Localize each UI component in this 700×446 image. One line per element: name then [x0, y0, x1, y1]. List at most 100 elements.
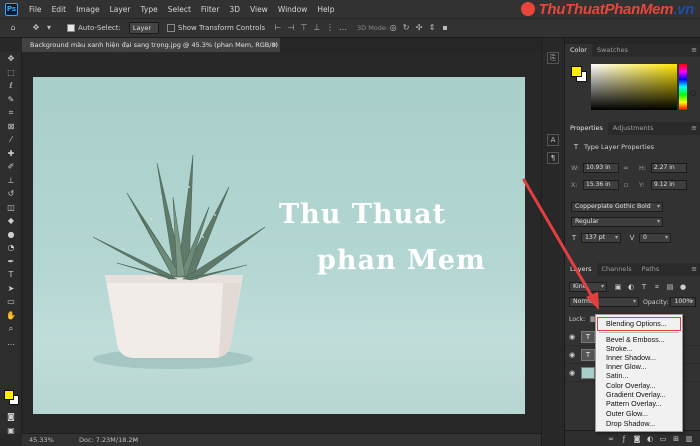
marquee-tool-icon[interactable]: ⬚: [0, 66, 22, 80]
menu-item-pattern-overlay[interactable]: Pattern Overlay...: [606, 399, 661, 408]
menu-layer[interactable]: Layer: [105, 5, 136, 14]
layer-mask-icon[interactable]: ◙: [632, 434, 642, 444]
y-field[interactable]: 9.12 in: [651, 180, 687, 190]
auto-select-checkbox[interactable]: [67, 24, 75, 32]
menu-3d[interactable]: 3D: [224, 5, 245, 14]
transform-controls-checkbox[interactable]: [166, 24, 175, 32]
filter-type-icon[interactable]: T: [639, 282, 649, 292]
eyedropper-tool-icon[interactable]: ⁄: [0, 133, 22, 147]
move-tool-icon[interactable]: ✥: [0, 52, 22, 66]
trash-icon[interactable]: ▥: [684, 434, 694, 444]
menu-window[interactable]: Window: [273, 5, 313, 14]
canvas-text-line2[interactable]: phan Mem: [317, 245, 486, 276]
menu-filter[interactable]: Filter: [196, 5, 225, 14]
close-icon[interactable]: ×: [272, 38, 278, 52]
layer-style-fx-icon[interactable]: ƒ: [619, 434, 629, 444]
new-layer-icon[interactable]: ⊞: [671, 434, 681, 444]
photoshop-logo-icon[interactable]: Ps: [5, 2, 18, 16]
dodge-tool-icon[interactable]: ◔: [0, 241, 22, 255]
home-icon[interactable]: ⌂: [8, 23, 18, 33]
x-field[interactable]: 15.36 in: [583, 180, 619, 190]
filter-pixel-icon[interactable]: ▣: [613, 282, 623, 292]
menu-item-drop-shadow[interactable]: Drop Shadow...: [606, 419, 655, 428]
hue-slider[interactable]: [679, 64, 687, 110]
height-field[interactable]: 2.27 in: [651, 163, 687, 173]
eye-icon[interactable]: ◉: [565, 369, 579, 377]
tab-color[interactable]: Color: [565, 44, 592, 57]
brush-tool-icon[interactable]: ✐: [0, 160, 22, 174]
menu-item-bevel-emboss[interactable]: Bevel & Emboss...: [606, 335, 665, 344]
history-brush-tool-icon[interactable]: ↺: [0, 187, 22, 201]
tab-channels[interactable]: Channels: [597, 263, 637, 276]
filter-adjustment-icon[interactable]: ◐: [626, 282, 636, 292]
font-style-dropdown[interactable]: Regular: [571, 217, 663, 227]
type-tool-icon[interactable]: T: [0, 268, 22, 282]
zoom-tool-icon[interactable]: ⌕: [0, 322, 22, 336]
3d-scale-icon[interactable]: ▪: [440, 23, 450, 33]
adjustment-layer-icon[interactable]: ◐: [645, 434, 655, 444]
eraser-tool-icon[interactable]: ◫: [0, 201, 22, 215]
move-tool-icon[interactable]: ✥: [31, 23, 41, 33]
document-tab[interactable]: Background màu xanh hiện đại sang trọng.…: [22, 38, 280, 52]
pen-tool-icon[interactable]: ✒: [0, 255, 22, 269]
zoom-readout[interactable]: 45.33%: [29, 434, 54, 446]
menu-item-satin[interactable]: Satin...: [606, 371, 628, 380]
tab-layers[interactable]: Layers: [565, 263, 597, 276]
filter-shape-icon[interactable]: ⌗: [652, 282, 662, 292]
path-select-tool-icon[interactable]: ➤: [0, 282, 22, 296]
menu-help[interactable]: Help: [312, 5, 339, 14]
3d-roll-icon[interactable]: ↻: [401, 23, 411, 33]
panel-menu-icon[interactable]: ≡: [691, 44, 697, 57]
3d-orbit-icon[interactable]: ◎: [388, 23, 398, 33]
opacity-field[interactable]: 100%: [670, 297, 697, 307]
screen-mode-icon[interactable]: ▣: [0, 424, 22, 438]
more-options-icon[interactable]: …: [338, 23, 348, 33]
menu-edit[interactable]: Edit: [47, 5, 72, 14]
color-picker-handle[interactable]: [690, 90, 696, 96]
quick-select-tool-icon[interactable]: ✎: [0, 93, 22, 107]
menu-item-color-overlay[interactable]: Color Overlay...: [606, 381, 655, 390]
rectangle-tool-icon[interactable]: ▭: [0, 295, 22, 309]
eye-icon[interactable]: ◉: [565, 351, 579, 359]
tab-adjustments[interactable]: Adjustments: [608, 122, 659, 135]
distribute-icon[interactable]: ⋮: [325, 23, 335, 33]
blend-mode-dropdown[interactable]: Normal: [569, 297, 639, 307]
lasso-tool-icon[interactable]: ℓ: [0, 79, 22, 93]
group-folder-icon[interactable]: ▭: [658, 434, 668, 444]
clone-stamp-tool-icon[interactable]: ⊥: [0, 174, 22, 188]
hand-tool-icon[interactable]: ✋: [0, 309, 22, 323]
blur-tool-icon[interactable]: ●: [0, 228, 22, 242]
document-canvas[interactable]: Thu Thuat phan Mem: [33, 77, 525, 414]
menu-file[interactable]: File: [24, 5, 47, 14]
filter-smart-object-icon[interactable]: ▤: [665, 282, 675, 292]
3d-slide-icon[interactable]: ⇕: [427, 23, 437, 33]
tab-properties[interactable]: Properties: [565, 122, 608, 135]
menu-item-gradient-overlay[interactable]: Gradient Overlay...: [606, 390, 666, 399]
status-menu-arrow[interactable]: >: [132, 434, 137, 446]
menu-item-inner-glow[interactable]: Inner Glow...: [606, 362, 646, 371]
menu-image[interactable]: Image: [71, 5, 105, 14]
menu-view[interactable]: View: [245, 5, 273, 14]
character-panel-icon[interactable]: A: [547, 134, 559, 146]
align-left-icon[interactable]: ⊢: [273, 23, 283, 33]
frame-tool-icon[interactable]: ⊠: [0, 120, 22, 134]
eye-icon[interactable]: ◉: [565, 333, 579, 341]
menu-item-stroke[interactable]: Stroke...: [606, 344, 633, 353]
layer-filter-kind-dropdown[interactable]: Kind: [569, 282, 607, 292]
align-top-icon[interactable]: ⊥: [312, 23, 322, 33]
paint-bucket-tool-icon[interactable]: ◆: [0, 214, 22, 228]
panel-menu-icon[interactable]: ≡: [691, 122, 697, 135]
crop-tool-icon[interactable]: ⌗: [0, 106, 22, 120]
width-field[interactable]: 10.93 in: [583, 163, 619, 173]
menu-type[interactable]: Type: [136, 5, 163, 14]
paragraph-panel-icon[interactable]: ¶: [547, 152, 559, 164]
font-family-dropdown[interactable]: Copperplate Gothic Bold: [571, 202, 663, 212]
menu-select[interactable]: Select: [163, 5, 196, 14]
menu-item-inner-shadow[interactable]: Inner Shadow...: [606, 353, 656, 362]
color-panel-foreground-swatch[interactable]: [571, 66, 582, 77]
canvas-text-line1[interactable]: Thu Thuat: [279, 199, 446, 230]
foreground-color-swatch[interactable]: [4, 390, 14, 400]
chevron-down-icon[interactable]: ▾: [44, 23, 54, 33]
tab-paths[interactable]: Paths: [637, 263, 665, 276]
history-panel-icon[interactable]: ⎘: [547, 52, 559, 64]
